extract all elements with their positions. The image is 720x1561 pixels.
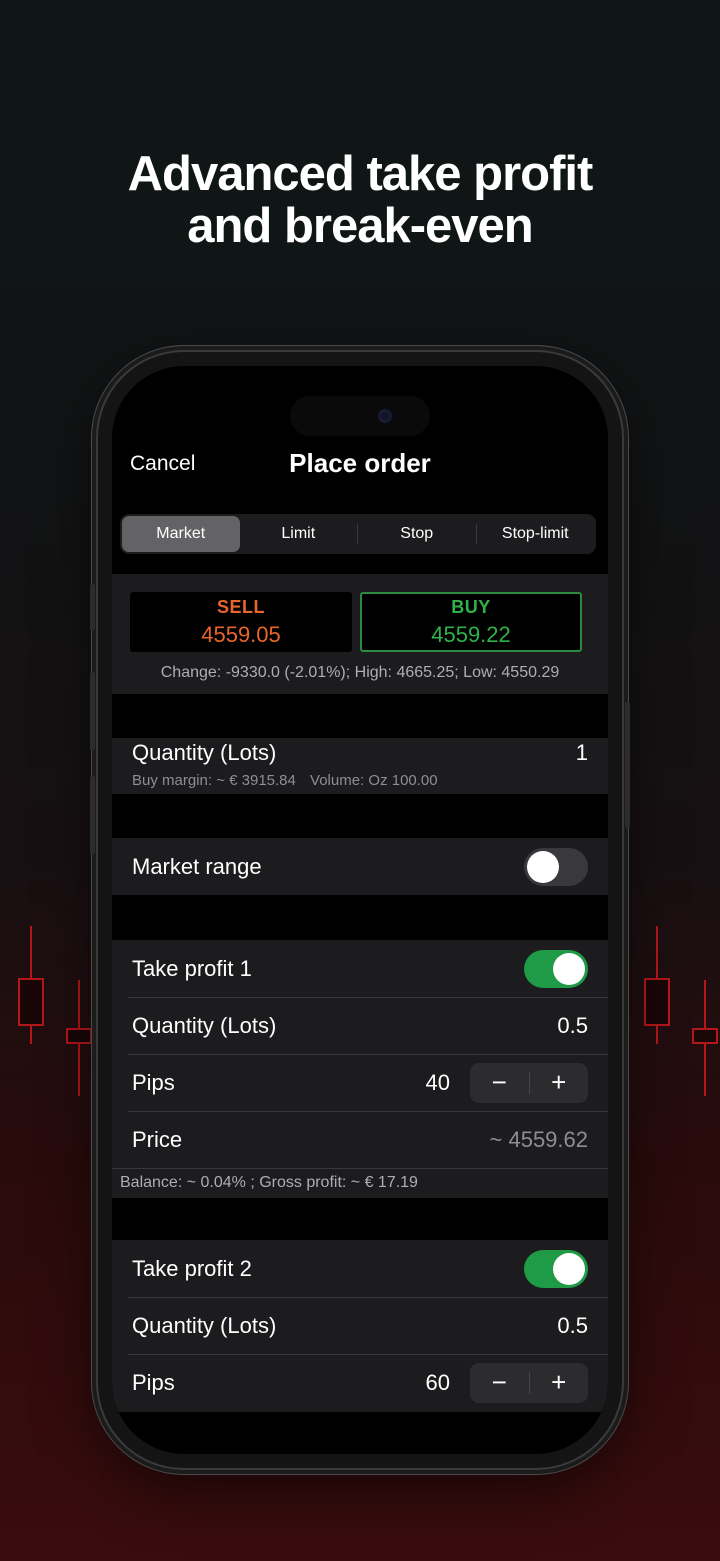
take-profit-2-pips-stepper: − +: [470, 1362, 589, 1403]
take-profit-2-label: Take profit 2: [132, 1255, 252, 1281]
volume-down-button: [90, 776, 95, 854]
buy-button[interactable]: BUY 4559.22: [360, 592, 582, 652]
order-type-stop[interactable]: Stop: [358, 516, 476, 552]
quantity-value: 1: [575, 740, 588, 765]
increment-button[interactable]: +: [530, 1363, 589, 1403]
dynamic-island: [290, 396, 430, 436]
take-profit-1-section: Take profit 1 Quantity (Lots) 0.5 Pips 4…: [112, 940, 608, 1198]
quantity-label: Quantity (Lots): [132, 740, 277, 765]
volume: Volume: Oz 100.00: [310, 772, 438, 789]
take-profit-1-toggle[interactable]: [524, 949, 588, 988]
phone-frame: Cancel Place order Market Limit Stop Sto…: [90, 352, 630, 1468]
take-profit-1-summary: Balance: ~ 0.04% ; Gross profit: ~ € 17.…: [112, 1168, 608, 1198]
candlestick-decoration: [644, 926, 670, 1044]
candlestick-decoration: [692, 980, 718, 1096]
sell-label: SELL: [216, 596, 265, 617]
headline: Advanced take profit and break-even: [0, 148, 720, 252]
decrement-button[interactable]: −: [470, 1363, 529, 1403]
toggle-knob: [553, 1252, 585, 1285]
buy-margin: Buy margin: ~ € 3915.84: [132, 772, 296, 789]
headline-line-1: Advanced take profit: [127, 147, 594, 201]
take-profit-2-quantity-value: 0.5: [557, 1312, 588, 1338]
buy-label: BUY: [451, 596, 491, 617]
take-profit-1-quantity-value: 0.5: [557, 1012, 588, 1038]
action-button: [90, 584, 95, 630]
decrement-button[interactable]: −: [470, 1063, 529, 1103]
take-profit-2-quantity-row[interactable]: Quantity (Lots) 0.5: [112, 1297, 608, 1354]
order-type-stop-limit[interactable]: Stop-limit: [477, 516, 595, 552]
take-profit-1-price-value: ~ 4559.62: [489, 1126, 588, 1152]
take-profit-2-pips-value[interactable]: 60: [426, 1370, 450, 1396]
take-profit-1-pips-label: Pips: [132, 1069, 175, 1095]
market-range-toggle[interactable]: [524, 847, 588, 886]
take-profit-2-toggle[interactable]: [524, 1249, 588, 1288]
candlestick-decoration: [66, 980, 92, 1096]
quantity-section[interactable]: Quantity (Lots) 1 Buy margin: ~ € 3915.8…: [112, 738, 608, 794]
toggle-knob: [527, 850, 559, 883]
phone-screen: Cancel Place order Market Limit Stop Sto…: [112, 366, 608, 1454]
market-range-label: Market range: [132, 853, 262, 879]
volume-up-button: [90, 672, 95, 750]
take-profit-1-pips-row: Pips 40 − +: [112, 1054, 608, 1111]
take-profit-2-section: Take profit 2 Quantity (Lots) 0.5 Pips 6…: [112, 1240, 608, 1412]
increment-button[interactable]: +: [530, 1063, 589, 1103]
buy-price: 4559.22: [431, 621, 511, 647]
quote-panel: SELL 4559.05 BUY 4559.22 Change: -9330.0…: [112, 574, 608, 694]
take-profit-2-pips-label: Pips: [132, 1369, 175, 1395]
market-range-section: Market range: [112, 838, 608, 895]
toggle-knob: [553, 952, 585, 985]
take-profit-2-quantity-label: Quantity (Lots): [132, 1312, 277, 1338]
quote-stats: Change: -9330.0 (-2.01%); High: 4665.25;…: [160, 664, 560, 681]
take-profit-1-pips-value[interactable]: 40: [426, 1070, 450, 1096]
take-profit-1-label: Take profit 1: [132, 955, 252, 981]
take-profit-1-quantity-row[interactable]: Quantity (Lots) 0.5: [112, 997, 608, 1054]
take-profit-2-pips-row: Pips 60 − +: [112, 1354, 608, 1411]
order-type-limit[interactable]: Limit: [240, 516, 358, 552]
order-type-segmented-control: Market Limit Stop Stop-limit: [120, 514, 596, 554]
take-profit-1-price-label: Price: [132, 1126, 183, 1152]
take-profit-1-quantity-label: Quantity (Lots): [132, 1012, 277, 1038]
headline-line-2: and break-even: [187, 199, 534, 253]
power-button: [625, 702, 630, 828]
order-type-market[interactable]: Market: [122, 516, 240, 552]
sell-button[interactable]: SELL 4559.05: [130, 592, 352, 652]
page-title: Place order: [289, 448, 431, 478]
take-profit-1-price-row[interactable]: Price ~ 4559.62: [112, 1111, 608, 1168]
camera-icon: [378, 409, 392, 423]
candlestick-decoration: [18, 926, 44, 1044]
sell-price: 4559.05: [201, 621, 281, 647]
take-profit-1-pips-stepper: − +: [470, 1062, 589, 1103]
